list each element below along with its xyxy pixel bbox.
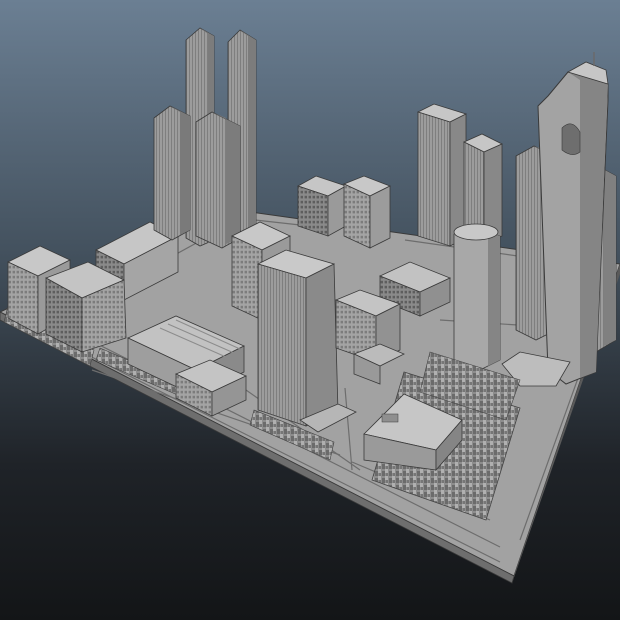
3d-viewport[interactable] — [0, 0, 620, 620]
tower-back-right-a — [416, 103, 468, 247]
tower-mid-right-round — [453, 223, 501, 371]
building-left-patterned — [45, 261, 127, 353]
building-mid-back-office — [297, 175, 347, 237]
tower-setback-left — [153, 105, 191, 241]
building-mid-back-tall — [342, 175, 391, 249]
city-block-model[interactable] — [0, 0, 620, 620]
tower-setback-center — [195, 111, 241, 249]
